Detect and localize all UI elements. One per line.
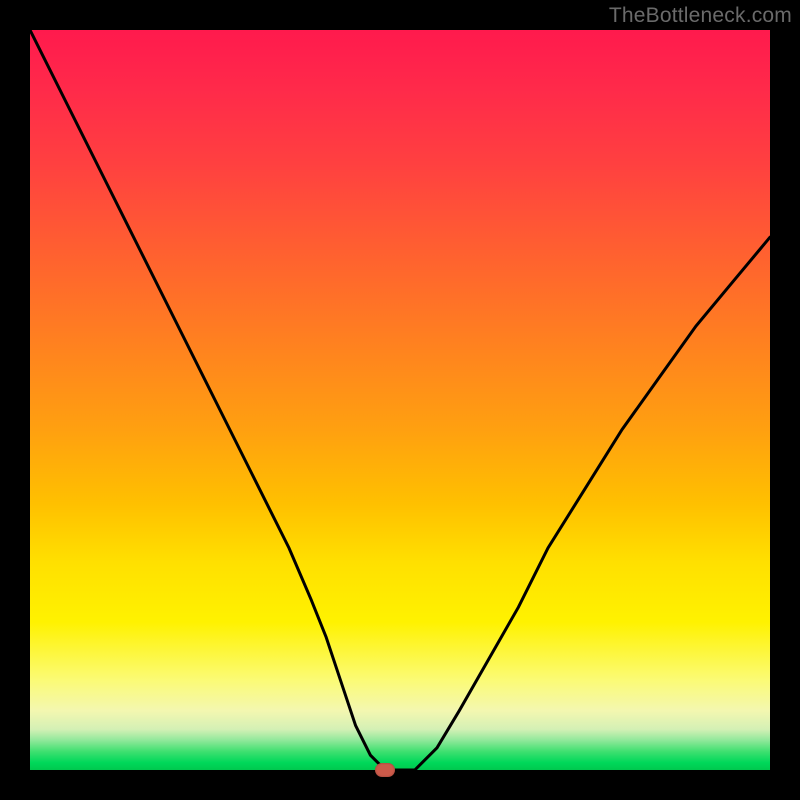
optimum-marker [375, 763, 395, 777]
watermark-label: TheBottleneck.com [609, 4, 792, 28]
bottleneck-curve [30, 30, 770, 770]
curve-layer [30, 30, 770, 770]
chart-frame: TheBottleneck.com [0, 0, 800, 800]
